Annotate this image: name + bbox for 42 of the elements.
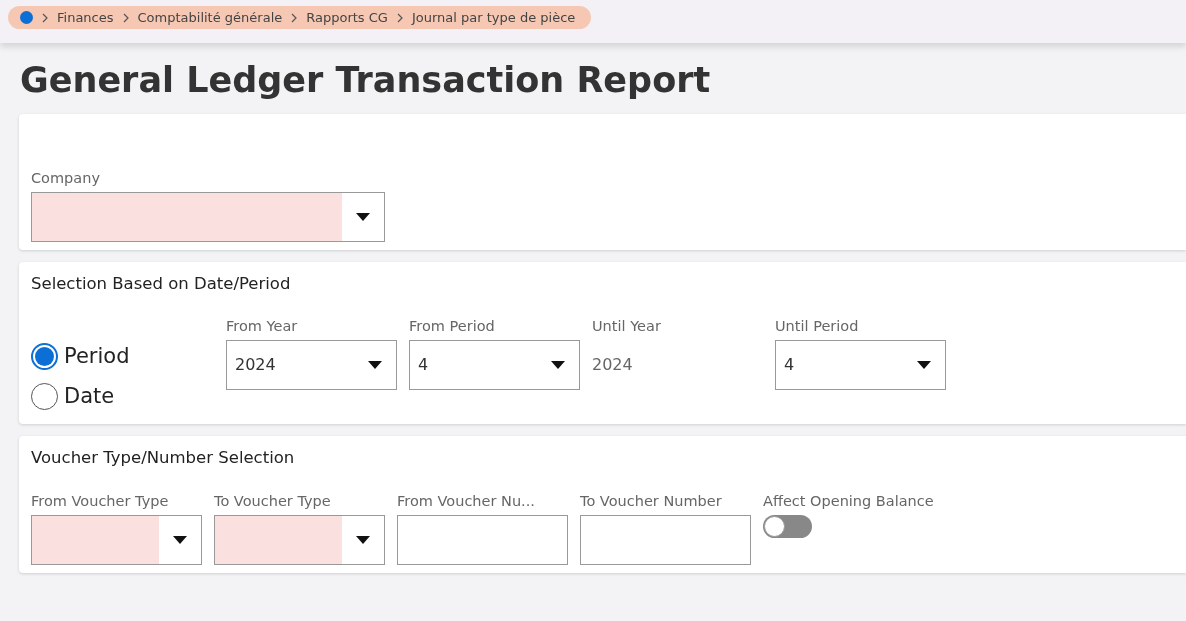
field-label: From Period [409, 317, 496, 337]
field-label: Until Period [775, 317, 860, 337]
dropdown-field[interactable] [214, 515, 385, 565]
field-label: To Voucher Type [214, 492, 332, 511]
radio-button[interactable] [31, 382, 58, 410]
caret-icon [917, 361, 931, 370]
section-heading: Voucher Type/Number Selection [31, 447, 296, 470]
breadcrumb-link[interactable]: Rapports CG [306, 7, 388, 28]
radio-label[interactable]: Period [64, 340, 130, 372]
field-value: 2024 [592, 354, 634, 377]
chevron-icon [41, 12, 49, 23]
field-label: From Voucher Nu... [397, 492, 536, 511]
field-label: From Year [226, 317, 299, 337]
caret-icon [551, 361, 565, 370]
page-title: General Ledger Transaction Report [20, 61, 712, 100]
caret-icon [173, 536, 187, 544]
caret-icon [356, 212, 370, 221]
dropdown-field[interactable]: 4 [409, 340, 580, 391]
toggle-switch[interactable] [763, 515, 812, 538]
chevron-icon [121, 12, 130, 23]
chevron-icon [290, 12, 299, 23]
section-heading: Selection Based on Date/Period [31, 272, 292, 295]
radio-button[interactable] [31, 342, 58, 370]
field-label: To Voucher Number [580, 492, 723, 511]
field-label: Affect Opening Balance [763, 492, 934, 511]
dropdown-field[interactable] [31, 191, 385, 242]
caret-icon [356, 536, 370, 544]
home-icon[interactable] [20, 11, 33, 24]
radio-label[interactable]: Date [64, 380, 115, 412]
field-label: Company [31, 168, 101, 188]
dropdown-field[interactable] [31, 515, 202, 565]
input-field[interactable] [580, 515, 751, 565]
input-field[interactable] [397, 515, 568, 565]
breadcrumb-link[interactable]: Comptabilité générale [137, 7, 283, 28]
breadcrumb-link[interactable]: Journal par type de pièce [411, 7, 576, 28]
chevron-icon [395, 12, 404, 23]
field-label: From Voucher Type [31, 492, 170, 511]
dropdown-field[interactable]: 2024 [226, 340, 397, 391]
dropdown-field[interactable]: 4 [775, 340, 946, 391]
caret-icon [368, 361, 382, 370]
field-label: Until Year [592, 317, 662, 337]
breadcrumb-link[interactable]: Finances [57, 7, 114, 28]
